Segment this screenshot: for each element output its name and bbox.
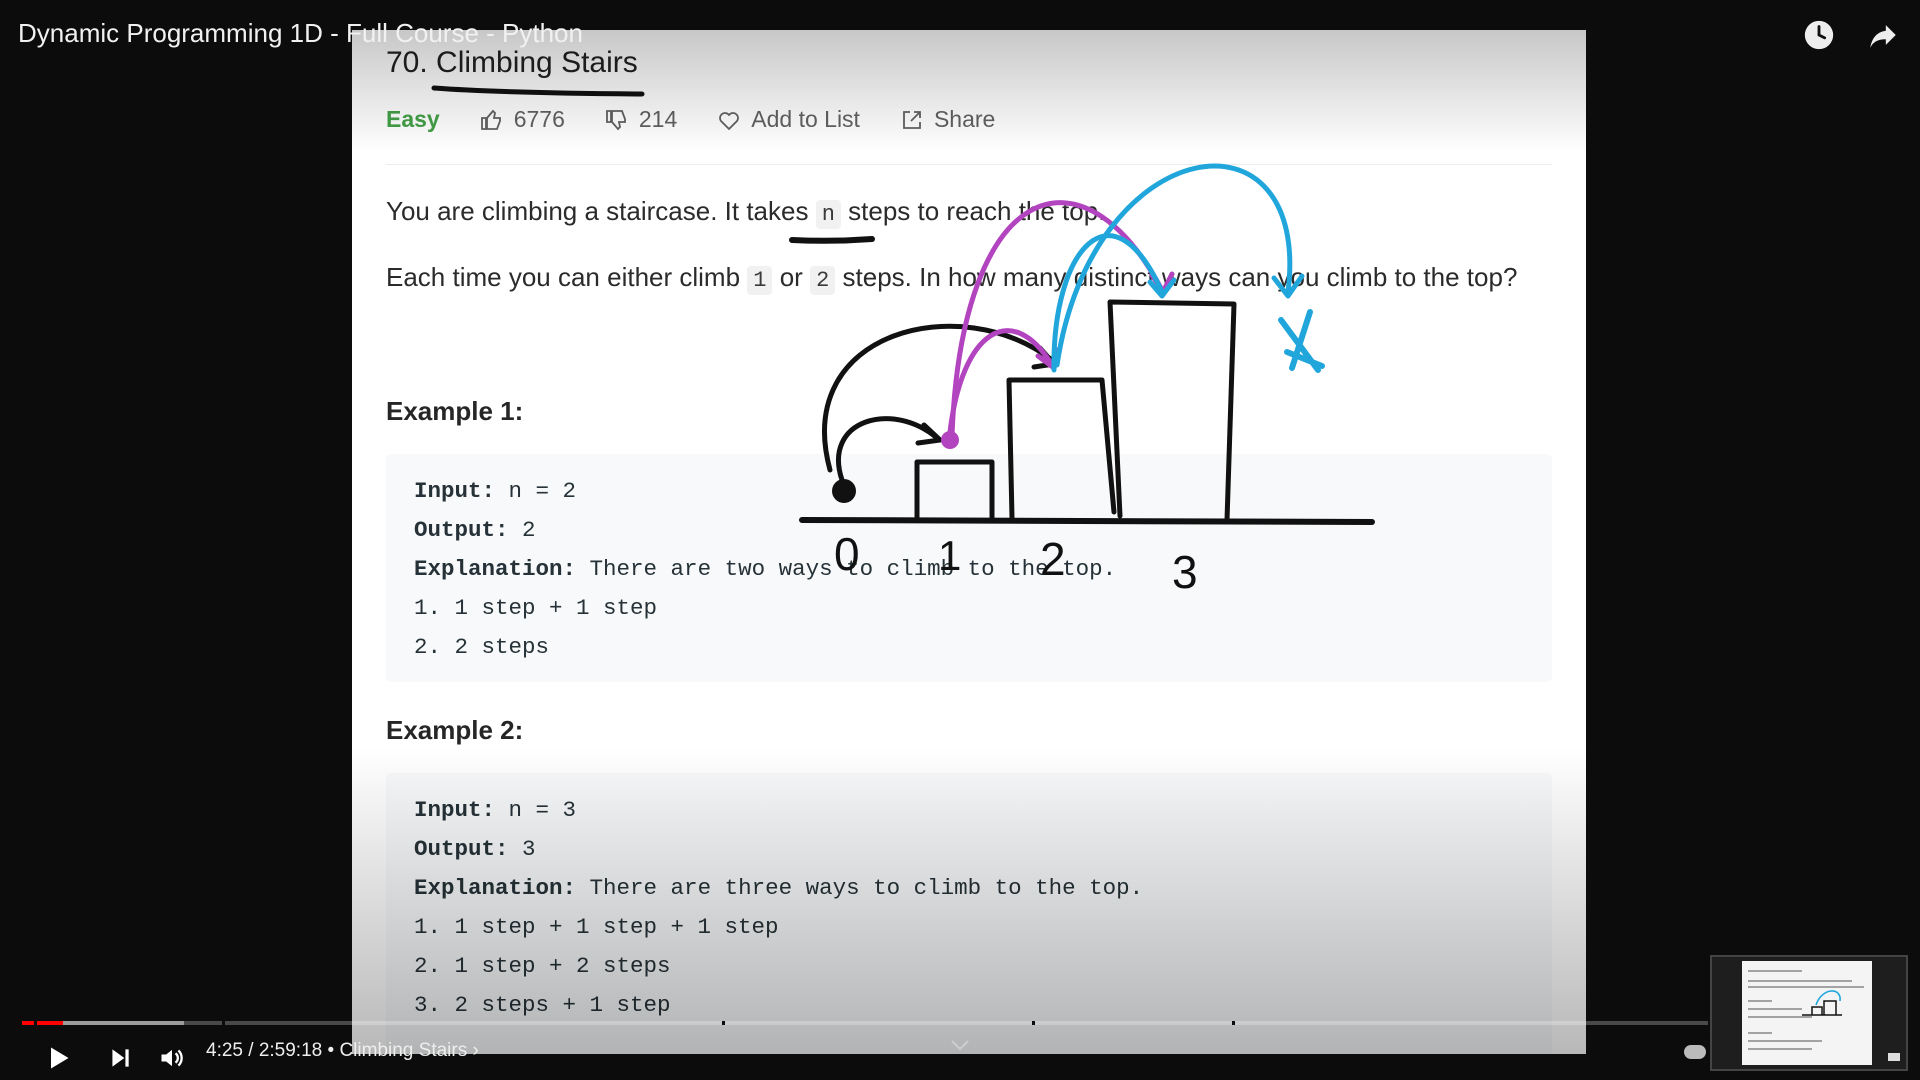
volume-icon [161,1049,183,1067]
input-value: n = 2 [508,478,577,504]
progress-played [22,1021,64,1025]
total-time: 2:59:18 [258,1040,323,1061]
share-label: Share [933,106,996,132]
chapter-marker [1032,1021,1035,1025]
title-underline [431,85,645,97]
input-label: Input: [414,797,496,823]
chapter-marker [222,1021,225,1025]
play-button[interactable] [38,1038,78,1078]
chapter-title: Climbing Stairs [339,1040,468,1061]
play-icon [51,1047,69,1069]
share-box-icon [903,110,921,129]
like-button[interactable]: 6776 [480,106,565,133]
magenta-arrow-1 [947,328,1060,435]
like-count: 6776 [513,106,565,132]
description-text: steps. In how many distinct ways can you… [842,262,1518,292]
example-1-step-2: 2. 2 steps [414,634,550,660]
chevron-down-icon[interactable] [949,1038,971,1057]
description-text: Each time you can either climb [386,262,741,292]
example-2-input: Input: n = 3 [414,797,576,823]
progress-bar[interactable] [22,1019,1708,1027]
description-text: steps to reach the top. [848,196,1106,226]
blue-x-mark [1278,309,1325,373]
example-2-heading: Example 2: [386,715,524,745]
chapter-title-link[interactable]: Climbing Stairs › [339,1040,478,1061]
example-2-explanation: Explanation: There are three ways to cli… [414,875,1143,901]
explanation-label: Explanation: [414,875,577,901]
thumbs-up-icon [480,109,501,130]
thumbs-down-icon [605,109,626,130]
current-time: 4:25 [206,1040,243,1061]
example-1-heading: Example 1: [386,396,524,426]
example-2-output: Output: 3 [414,836,536,862]
explanation-value: There are three ways to climb to the top… [589,875,1144,901]
progress-track [22,1021,1708,1025]
description-text: or [779,262,803,292]
example-2-step-1: 1. 1 step + 1 step + 1 step [414,914,779,940]
example-2-box: Input: n = 3 Output: 3 Explanation: Ther… [386,773,1552,1054]
example-1-box: Input: n = 2 Output: 2 Explanation: Ther… [386,454,1552,682]
share-icon[interactable] [1864,16,1902,54]
chapter-marker [1232,1021,1235,1025]
autoplay-toggle[interactable] [1684,1045,1706,1059]
skip-next-icon [112,1049,129,1067]
problem-title: 70. Climbing Stairs [386,46,638,79]
chapter-marker [722,1021,725,1025]
blue-arrow-1 [1051,233,1177,373]
inline-code: 1 [747,266,773,295]
time-display: 4:25 / 2:59:18 • Climbing Stairs › [206,1040,479,1061]
watch-later-icon[interactable] [1800,16,1838,54]
output-label: Output: [414,836,509,862]
dislike-button[interactable]: 214 [605,106,677,133]
top-right-actions [1800,16,1902,54]
inline-code: 2 [810,266,836,295]
example-1-output: Output: 2 [414,517,536,543]
example-2-step-3: 3. 2 steps + 1 step [414,992,671,1018]
example-2-step-2: 2. 1 step + 2 steps [414,953,671,979]
output-value: 3 [522,836,536,862]
description-line-2: Each time you can either climb 1 or 2 st… [386,262,1518,295]
dislike-count: 214 [638,106,678,132]
add-to-list-button[interactable]: Add to List [717,106,860,133]
explanation-value: There are two ways to climb to the top. [589,556,1117,582]
next-button[interactable] [100,1038,140,1078]
output-value: 2 [522,517,536,543]
thumbnail-preview-image [1742,961,1900,1065]
chapter-marker [34,1021,37,1025]
input-value: n = 3 [508,797,577,823]
description-line-1: You are climbing a staircase. It takes n… [386,196,1106,229]
volume-button[interactable] [152,1038,192,1078]
share-problem-button[interactable]: Share [900,106,995,133]
video-title[interactable]: Dynamic Programming 1D - Full Course - P… [18,18,583,49]
example-1-input: Input: n = 2 [414,478,576,504]
magenta-arrow-2 [949,200,1175,438]
video-frame[interactable]: 70. Climbing Stairs Easy 6776 214 Add to… [352,30,1586,1054]
miniplayer-thumbnail[interactable] [1710,955,1908,1071]
example-1-explanation: Explanation: There are two ways to climb… [414,556,1116,582]
heart-icon [719,111,740,130]
black-arrow-2 [822,323,1057,473]
example-1-step-1: 1. 1 step + 1 step [414,595,658,621]
magenta-dot [941,431,959,449]
n-underline [789,236,875,244]
divider [386,164,1552,165]
problem-meta-bar: Easy 6776 214 Add to List Share [386,106,1035,133]
inline-code: n [815,200,841,229]
output-label: Output: [414,517,509,543]
add-to-list-label: Add to List [751,106,860,132]
explanation-label: Explanation: [414,556,577,582]
difficulty-badge: Easy [386,106,440,132]
description-text: You are climbing a staircase. It takes [386,196,809,226]
input-label: Input: [414,478,496,504]
